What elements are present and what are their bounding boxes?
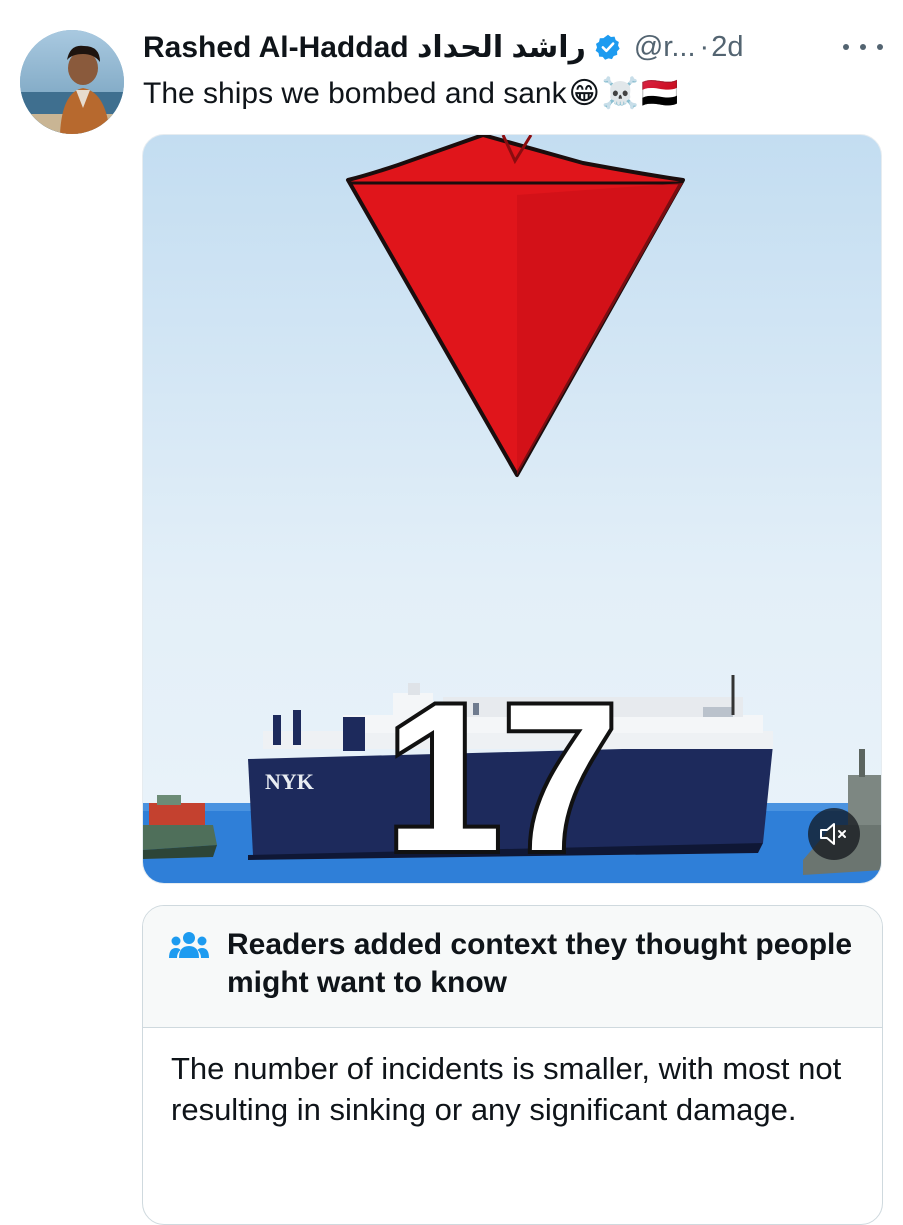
user-avatar[interactable]: [20, 30, 124, 134]
separator-dot: ·: [699, 30, 710, 63]
volume-muted-icon[interactable]: [808, 808, 860, 860]
community-note-header[interactable]: Readers added context they thought peopl…: [143, 906, 882, 1028]
community-note: Readers added context they thought peopl…: [142, 905, 883, 1225]
ship-hull-text: NYK: [265, 769, 314, 794]
tweet-video[interactable]: NYK 17: [142, 134, 882, 884]
tweet-body: The ships we bombed and sank: [143, 77, 567, 110]
people-icon: [169, 932, 209, 958]
skull-crossbones-emoji: ☠️: [601, 77, 640, 110]
tweet-header: Rashed Al-Haddad راشد الحداد @r... · 2d: [143, 26, 883, 68]
community-note-title: Readers added context they thought peopl…: [227, 928, 853, 999]
user-handle[interactable]: @r...: [634, 31, 696, 64]
display-name[interactable]: Rashed Al-Haddad راشد الحداد: [143, 30, 586, 65]
yemen-flag-emoji: 🇾🇪: [641, 77, 679, 110]
tweet-text: The ships we bombed and sank 😁 ☠️ 🇾🇪: [143, 72, 863, 116]
verified-badge-icon: [595, 34, 620, 60]
timestamp[interactable]: 2d: [711, 31, 743, 64]
more-options-icon[interactable]: [843, 34, 883, 60]
overlay-number: 17: [385, 660, 619, 884]
grinning-face-emoji: 😁: [568, 77, 600, 110]
community-note-body: The number of incidents is smaller, with…: [171, 1051, 842, 1127]
